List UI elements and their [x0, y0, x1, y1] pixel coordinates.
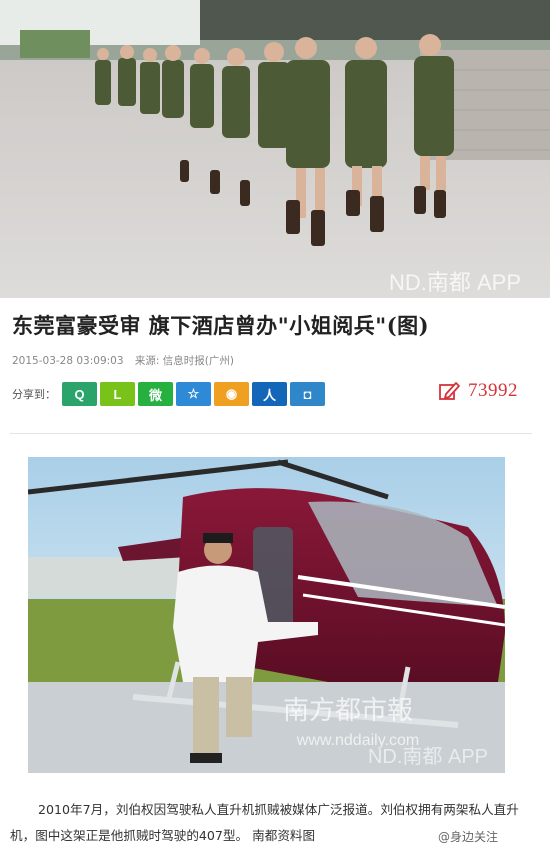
tqq-icon: ◘ — [303, 386, 312, 402]
edit-comment-icon — [439, 382, 460, 400]
heli-watermark-app: ND.南都 APP — [368, 745, 488, 768]
share-label: 分享到： — [12, 388, 56, 401]
comment-count: 73992 — [468, 380, 518, 401]
hero-photo: ND.南都 APP — [0, 0, 550, 298]
wechat-icon: 微 — [148, 387, 162, 403]
star-icon: ☆ — [187, 386, 200, 401]
helicopter-photo: 南方都市報 www.nddaily.com ND.南都 APP — [28, 457, 505, 773]
renren-icon: 人 — [262, 387, 276, 403]
comment-link[interactable]: 73992 — [438, 380, 518, 402]
share-wechat-button[interactable]: 微 — [138, 382, 173, 406]
weibo-watermark: @身边关注 — [437, 830, 498, 844]
hero-watermark: ND.南都 APP — [389, 270, 521, 295]
article-meta: 2015-03-28 03:09:03 来源: 信息时报(广州) — [12, 353, 242, 368]
share-weibo-button[interactable]: ◉ — [214, 382, 249, 406]
article-source: 来源: 信息时报(广州) — [134, 355, 234, 367]
divider — [10, 433, 532, 434]
article-datetime: 2015-03-28 03:09:03 — [12, 355, 124, 367]
share-star-button[interactable]: ☆ — [176, 382, 211, 406]
share-renren-button[interactable]: 人 — [252, 382, 287, 406]
qzone-icon: Q — [74, 386, 85, 402]
l-icon: L — [113, 386, 122, 402]
heli-watermark-paper: 南方都市報 — [283, 696, 413, 726]
article-title: 东莞富豪受审 旗下酒店曾办"小姐阅兵"(图) — [12, 313, 430, 338]
share-l-button[interactable]: L — [100, 382, 135, 406]
share-qzone-button[interactable]: Q — [62, 382, 97, 406]
weibo-icon: ◉ — [225, 386, 238, 401]
share-tqq-button[interactable]: ◘ — [290, 382, 325, 406]
share-bar: 分享到： Q L 微 ☆ ◉ 人 ◘ — [12, 381, 328, 407]
